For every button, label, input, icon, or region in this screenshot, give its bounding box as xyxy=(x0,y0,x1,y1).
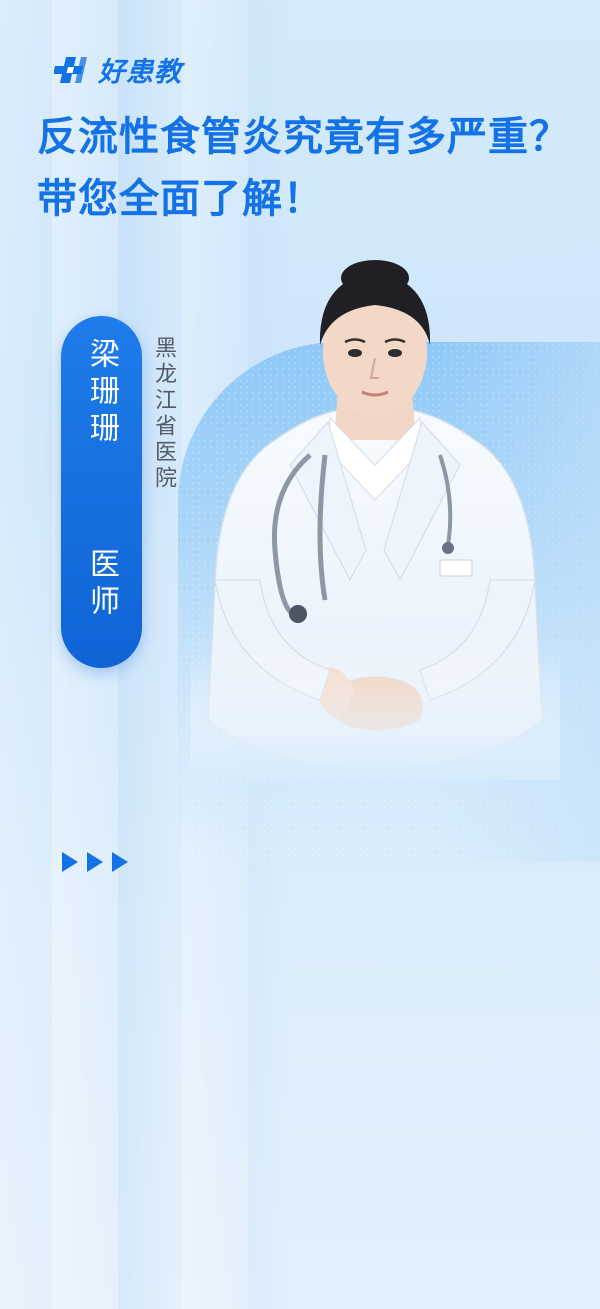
brand-name: 好患教 xyxy=(98,57,182,88)
doctor-photo xyxy=(190,250,560,780)
doctor-hospital: 黑龙江省医院 xyxy=(151,336,176,492)
triangle-right-icon xyxy=(62,852,78,872)
triangle-right-icon xyxy=(87,852,103,872)
medical-cross-logo-icon xyxy=(54,56,87,83)
decorative-arrows xyxy=(62,852,128,872)
doctor-title: 医师 xyxy=(84,548,119,622)
triangle-right-icon xyxy=(112,852,128,872)
doctor-name: 梁珊珊 xyxy=(84,338,119,449)
doctor-name-badge: 梁珊珊 医师 xyxy=(61,316,142,668)
page-title: 反流性食管炎究竟有多严重？带您全面了解！ xyxy=(37,114,570,222)
brand-logo: 好患教 xyxy=(54,50,182,89)
